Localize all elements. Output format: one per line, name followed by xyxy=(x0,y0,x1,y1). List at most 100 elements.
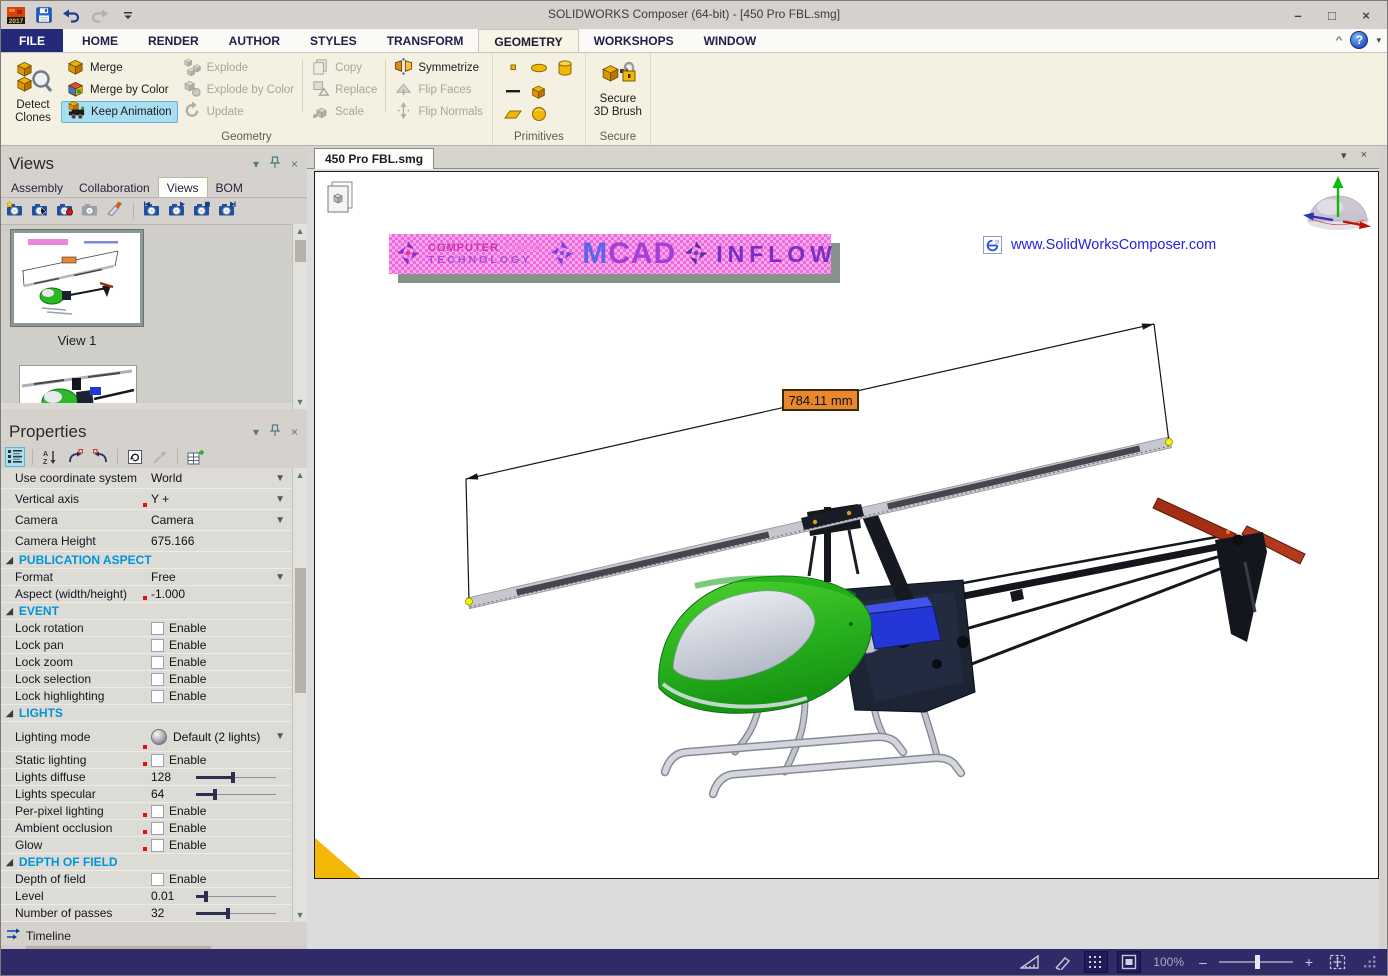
collapse-groups-icon[interactable] xyxy=(90,447,110,467)
play-view-camera-icon[interactable] xyxy=(168,201,186,220)
scroll-down-icon[interactable]: ▼ xyxy=(293,395,307,409)
checkbox[interactable] xyxy=(151,690,164,703)
symmetrize-button[interactable]: Symmetrize xyxy=(389,57,488,79)
ribbon-tab-workshops[interactable]: WORKSHOPS xyxy=(579,29,689,52)
document-list-icon[interactable]: ▾ xyxy=(1341,149,1347,162)
paper-sheet[interactable]: COMPUTERAIDED TECHNOLOGY MCAD INFLOW xyxy=(314,171,1379,879)
property-dropdown[interactable]: Camera▼ xyxy=(151,513,292,527)
secure-3d-brush-button[interactable]: Secure3D Brush xyxy=(590,56,646,130)
zoom-out-button[interactable]: – xyxy=(1196,954,1210,970)
merge-by-color-button[interactable]: Merge by Color xyxy=(61,79,178,101)
customize-grid-icon[interactable] xyxy=(185,447,205,467)
ellipse-primitive-button[interactable] xyxy=(529,61,549,78)
zoom-slider[interactable] xyxy=(1219,955,1293,969)
line-primitive-button[interactable] xyxy=(503,84,523,101)
categorized-icon[interactable] xyxy=(5,447,25,467)
plane-primitive-button[interactable] xyxy=(503,107,523,124)
redo-icon[interactable] xyxy=(89,4,110,25)
ribbon-tab-home[interactable]: HOME xyxy=(67,29,133,52)
checkbox[interactable] xyxy=(151,873,164,886)
properties-menu-icon[interactable]: ▾ xyxy=(253,425,259,439)
canvas[interactable]: COMPUTERAIDED TECHNOLOGY MCAD INFLOW xyxy=(307,169,1379,949)
detect-clones-button[interactable]: DetectClones xyxy=(5,56,61,130)
app-logo-icon[interactable]: 2017 xyxy=(5,4,26,25)
property-dropdown[interactable]: Default (2 lights)▼ xyxy=(151,729,292,745)
properties-scrollbar[interactable]: ▲ ▼ xyxy=(292,468,307,922)
expand-groups-icon[interactable] xyxy=(65,447,85,467)
views-pin-icon[interactable] xyxy=(270,156,280,172)
dropdown-arrow-icon[interactable]: ▼ xyxy=(275,473,285,484)
property-checkbox[interactable]: Enable xyxy=(151,655,292,669)
views-tab-assembly[interactable]: Assembly xyxy=(3,178,71,197)
stop-view-camera-icon[interactable] xyxy=(193,201,211,220)
property-section-lights[interactable]: ◢LIGHTS xyxy=(1,705,292,722)
timeline-bar[interactable]: Timeline xyxy=(1,927,307,945)
helicopter-3d-scene[interactable] xyxy=(315,172,1378,878)
property-checkbox[interactable]: Enable xyxy=(151,838,292,852)
undo-icon[interactable] xyxy=(61,4,82,25)
fit-page-icon[interactable] xyxy=(1117,951,1141,973)
property-checkbox[interactable]: Enable xyxy=(151,621,292,635)
ribbon-tab-file[interactable]: FILE xyxy=(1,29,63,52)
slider[interactable] xyxy=(196,890,276,903)
views-tab-collaboration[interactable]: Collaboration xyxy=(71,178,158,197)
measure-ruler-icon[interactable] xyxy=(1018,951,1042,973)
zoom-in-button[interactable]: + xyxy=(1302,954,1316,970)
property-section-publication-aspect[interactable]: ◢PUBLICATION ASPECT xyxy=(1,552,292,569)
checkbox[interactable] xyxy=(151,822,164,835)
next-view-camera-icon[interactable] xyxy=(218,201,236,220)
measurement-label[interactable]: 784.11 mm xyxy=(782,389,859,411)
collapse-ribbon-icon[interactable]: ^ xyxy=(1335,34,1342,45)
property-checkbox[interactable]: Enable xyxy=(151,638,292,652)
help-icon[interactable]: ? xyxy=(1350,31,1368,49)
document-tab[interactable]: 450 Pro FBL.smg xyxy=(314,148,434,169)
dropdown-arrow-icon[interactable]: ▼ xyxy=(275,494,285,505)
checkbox[interactable] xyxy=(151,622,164,635)
views-menu-icon[interactable]: ▾ xyxy=(253,157,259,171)
property-checkbox[interactable]: Enable xyxy=(151,753,292,767)
redline-icon[interactable] xyxy=(1051,951,1075,973)
dropdown-arrow-icon[interactable]: ▼ xyxy=(275,572,285,583)
property-checkbox[interactable]: Enable xyxy=(151,872,292,886)
property-value[interactable]: 675.166 xyxy=(151,534,292,548)
checkbox[interactable] xyxy=(151,805,164,818)
view-thumbnail[interactable] xyxy=(11,230,143,326)
record-view-camera-icon[interactable] xyxy=(56,201,74,220)
ribbon-tab-window[interactable]: WINDOW xyxy=(689,29,772,52)
slider[interactable] xyxy=(196,771,276,784)
property-section-depth-of-field[interactable]: ◢DEPTH OF FIELD xyxy=(1,854,292,871)
restore-defaults-icon[interactable] xyxy=(125,447,145,467)
slider[interactable] xyxy=(196,907,276,920)
dropdown-arrow-icon[interactable]: ▼ xyxy=(275,515,285,526)
ribbon-tab-render[interactable]: RENDER xyxy=(133,29,214,52)
minimize-button[interactable]: – xyxy=(1281,3,1315,27)
slider[interactable] xyxy=(196,788,276,801)
grid-snap-icon[interactable] xyxy=(1084,951,1108,973)
previous-view-camera-icon[interactable] xyxy=(143,201,161,220)
full-screen-icon[interactable] xyxy=(1325,951,1349,973)
views-tab-views[interactable]: Views xyxy=(158,177,208,197)
views-horizontal-scrollbar[interactable] xyxy=(1,403,292,409)
cylinder-primitive-button[interactable] xyxy=(555,61,575,78)
checkbox[interactable] xyxy=(151,754,164,767)
update-view-camera-icon[interactable] xyxy=(31,201,49,220)
resize-grip-icon[interactable] xyxy=(1358,951,1382,973)
scroll-up-icon[interactable]: ▲ xyxy=(293,224,307,238)
merge-button[interactable]: Merge xyxy=(61,57,178,79)
sphere-primitive-button[interactable] xyxy=(529,107,549,124)
create-view-camera-icon[interactable] xyxy=(6,201,24,220)
close-button[interactable]: × xyxy=(1349,3,1383,27)
checkbox[interactable] xyxy=(151,639,164,652)
property-dropdown[interactable]: World▼ xyxy=(151,471,292,485)
checkbox[interactable] xyxy=(151,839,164,852)
ribbon-tab-author[interactable]: AUTHOR xyxy=(214,29,295,52)
views-scrollbar[interactable]: ▲ ▼ xyxy=(292,224,307,409)
property-checkbox[interactable]: Enable xyxy=(151,672,292,686)
property-dropdown[interactable]: Y +▼ xyxy=(151,492,292,506)
helicopter-model[interactable] xyxy=(467,437,1305,794)
point-primitive-button[interactable] xyxy=(503,61,523,78)
property-checkbox[interactable]: Enable xyxy=(151,821,292,835)
properties-pin-icon[interactable] xyxy=(270,424,280,440)
views-tab-bom[interactable]: BOM xyxy=(208,178,251,197)
help-dropdown-icon[interactable]: ▾ xyxy=(1376,35,1381,46)
